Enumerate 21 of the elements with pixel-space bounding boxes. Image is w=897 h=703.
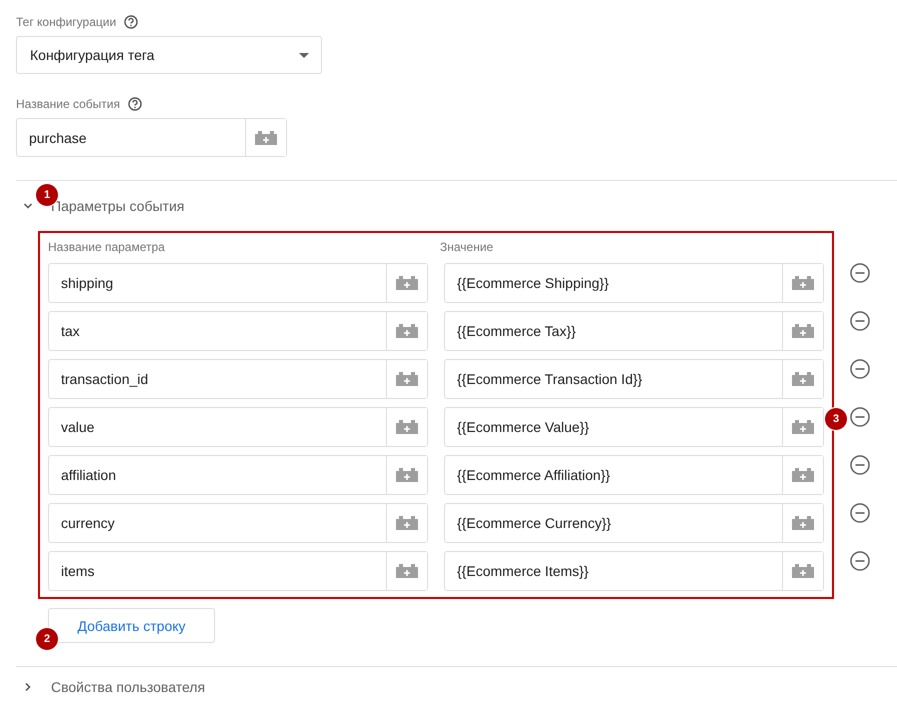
remove-row-icon[interactable]	[850, 359, 870, 379]
field-label: Тег конфигурации	[16, 15, 116, 29]
help-icon[interactable]	[128, 97, 142, 111]
column-label: Значение	[440, 240, 494, 254]
annotation-badge: 3	[825, 408, 847, 430]
remove-row-icon[interactable]	[850, 551, 870, 571]
remove-row-icon[interactable]	[850, 455, 870, 475]
column-label: Название параметра	[48, 240, 166, 254]
annotation-badge: 2	[36, 628, 58, 650]
annotation-badge: 1	[36, 184, 58, 206]
field-label: Название события	[16, 97, 120, 111]
remove-row-icon[interactable]	[850, 263, 870, 283]
remove-row-icon[interactable]	[850, 503, 870, 523]
chevron-down-icon[interactable]	[23, 201, 33, 211]
remove-row-icon[interactable]	[850, 311, 870, 331]
chevron-right-icon[interactable]	[23, 682, 33, 692]
dropdown-arrow-icon	[299, 52, 309, 58]
section-title[interactable]: Свойства пользователя	[51, 679, 206, 695]
tag-config-dropdown[interactable]: Конфигурация тега	[16, 36, 322, 74]
help-icon[interactable]	[124, 15, 138, 29]
remove-row-icon[interactable]	[850, 407, 870, 427]
